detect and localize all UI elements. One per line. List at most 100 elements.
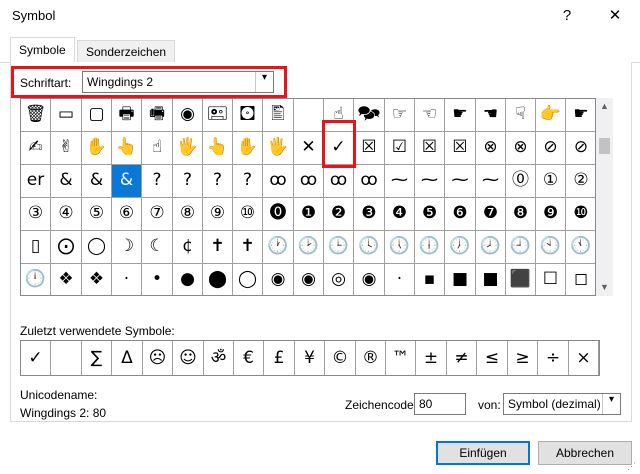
symbol-cell[interactable]: ① (536, 165, 566, 198)
recent-symbols[interactable]: ✓ ∑ Δ ☹ ☺ ॐ € £ ¥ © ® ™ ± ≠ ≤ ≥ ÷ × (20, 340, 600, 376)
recent-symbol-cell[interactable]: ® (356, 341, 386, 375)
symbol-cell[interactable]: 🕖 (445, 231, 476, 264)
symbol-cell[interactable]: ✝ (203, 231, 233, 264)
symbol-cell[interactable]: 🕙 (536, 231, 566, 264)
symbol-cell[interactable]: ⁓ (385, 165, 415, 198)
recent-symbol-cell[interactable]: ± (416, 341, 447, 375)
symbol-cell[interactable]: ✌ (51, 132, 82, 165)
recent-symbol-cell[interactable]: ✓ (21, 341, 51, 375)
recent-symbol-cell[interactable]: ÷ (538, 341, 569, 375)
recent-symbol-cell[interactable]: £ (264, 341, 295, 375)
recent-symbol-cell[interactable]: × (569, 341, 599, 375)
symbol-cell[interactable]: ❽ (506, 198, 536, 231)
symbol-cell[interactable]: 🖐 (173, 132, 203, 165)
tab-symbole[interactable]: Symbole (10, 37, 75, 64)
symbol-cell[interactable]: 👉 (536, 99, 566, 132)
recent-symbol-cell[interactable]: ∑ (82, 341, 112, 375)
symbol-cell[interactable]: & (82, 165, 112, 198)
symbol-cell[interactable]: ⑧ (173, 198, 203, 231)
symbol-cell[interactable]: ⊗ (476, 132, 506, 165)
recent-symbol-cell[interactable]: ¥ (295, 341, 325, 375)
symbol-cell[interactable]: ⑥ (112, 198, 142, 231)
symbol-cell[interactable]: ? (173, 165, 203, 198)
symbol-cell[interactable]: ☛ (445, 99, 476, 132)
symbol-cell[interactable]: ꝏ (354, 165, 385, 198)
symbol-cell[interactable]: ✋ (233, 132, 263, 165)
symbol-cell[interactable]: ⓪ (506, 165, 536, 198)
symbol-cell[interactable]: ✋ (82, 132, 112, 165)
symbol-cell[interactable]: ☒ (415, 132, 445, 165)
from-dropdown[interactable]: Symbol (dezimal) ▾ (503, 393, 621, 415)
symbol-cell[interactable]: ❻ (445, 198, 476, 231)
symbol-cell[interactable]: ❸ (354, 198, 385, 231)
scroll-up-icon[interactable]: ▲ (596, 98, 613, 115)
tab-sonderzeichen[interactable]: Sonderzeichen (77, 40, 176, 63)
symbol-cell[interactable]: 🗑 (21, 99, 51, 132)
symbol-cell[interactable]: ❾ (536, 198, 566, 231)
symbol-cell[interactable]: ◻ (566, 264, 595, 295)
symbol-cell[interactable]: 🕚 (566, 231, 595, 264)
symbol-cell[interactable]: ꝏ (263, 165, 294, 198)
recent-symbol-cell[interactable]: © (325, 341, 356, 375)
symbol-cell[interactable]: ❖ (51, 264, 82, 295)
symbol-cell[interactable]: ☾ (142, 231, 173, 264)
symbol-cell[interactable]: ◉ (354, 264, 385, 295)
recent-symbol-cell[interactable]: ≥ (508, 341, 538, 375)
symbol-cell[interactable]: 👆 (112, 132, 142, 165)
symbol-cell[interactable]: ⬤ (203, 264, 233, 295)
symbol-cell[interactable]: ☟ (506, 99, 536, 132)
scroll-thumb[interactable] (599, 138, 610, 154)
symbol-cell[interactable]: ⑤ (82, 198, 112, 231)
recent-symbol-cell[interactable]: Δ (112, 341, 143, 375)
symbol-cell[interactable]: ④ (51, 198, 82, 231)
symbol-cell[interactable]: 🕕 (415, 231, 445, 264)
close-button[interactable]: ✕ (600, 4, 630, 28)
symbol-cell[interactable]: ✕ (294, 132, 324, 165)
symbol-cell[interactable]: ☒ (445, 132, 476, 165)
chevron-down-icon[interactable]: ▾ (255, 72, 273, 92)
symbol-cell[interactable]: ⑨ (203, 198, 233, 231)
recent-symbol-cell[interactable]: ☹ (143, 341, 173, 375)
symbol-cell[interactable]: ❖ (82, 264, 112, 295)
symbol-cell[interactable]: ■ (445, 264, 476, 295)
symbol-cell[interactable]: · (385, 264, 415, 295)
symbol-cell[interactable]: ✍ (21, 132, 51, 165)
scroll-down-icon[interactable]: ▼ (596, 279, 613, 296)
symbol-cell[interactable] (294, 99, 324, 132)
symbol-cell[interactable]: 🕔 (385, 231, 415, 264)
symbol-cell[interactable]: ☑ (385, 132, 415, 165)
symbol-cell[interactable]: er (21, 165, 51, 198)
symbol-cell[interactable]: 🗫 (354, 99, 385, 132)
symbol-cell[interactable]: ◯ (82, 231, 112, 264)
symbol-cell[interactable]: ❶ (294, 198, 324, 231)
symbol-cell[interactable]: ▢ (82, 99, 112, 132)
char-code-input[interactable] (414, 393, 466, 415)
symbol-cell[interactable]: ❿ (566, 198, 595, 231)
symbol-cell[interactable]: 🕘 (506, 231, 536, 264)
symbol-cell[interactable]: ? (233, 165, 263, 198)
symbol-cell[interactable]: ❼ (476, 198, 506, 231)
symbol-cell[interactable]: ? (203, 165, 233, 198)
symbol-cell[interactable]: ◉ (263, 264, 294, 295)
symbol-cell[interactable]: ◉ (294, 264, 324, 295)
symbol-cell[interactable]: ◉ (173, 99, 203, 132)
symbol-cell[interactable]: ⑦ (142, 198, 173, 231)
symbol-cell[interactable]: 🕛 (21, 264, 51, 295)
symbol-cell[interactable]: 🖸 (233, 99, 263, 132)
symbol-cell[interactable]: ✝ (233, 231, 263, 264)
symbol-cell[interactable]: ☐ (536, 264, 566, 295)
symbol-cell[interactable]: ⁓ (476, 165, 506, 198)
symbol-cell[interactable]: 🖷 (142, 99, 173, 132)
symbol-cell[interactable]: ¢ (173, 231, 203, 264)
font-dropdown[interactable]: Wingdings 2 ▾ (82, 71, 274, 93)
recent-symbol-cell[interactable]: ≠ (447, 341, 477, 375)
symbol-cell[interactable]: ☝ (142, 132, 173, 165)
symbol-cell[interactable]: ☛ (566, 99, 595, 132)
symbol-cell[interactable]: ● (173, 264, 203, 295)
symbol-cell[interactable]: ☒ (354, 132, 385, 165)
recent-symbol-cell[interactable]: ™ (386, 341, 416, 375)
symbol-cell[interactable]: ☚ (476, 99, 506, 132)
grid-scrollbar[interactable]: ▲ ▼ (596, 98, 613, 296)
symbol-cell[interactable]: ☞ (385, 99, 415, 132)
symbol-cell[interactable]: 🖺 (263, 99, 294, 132)
